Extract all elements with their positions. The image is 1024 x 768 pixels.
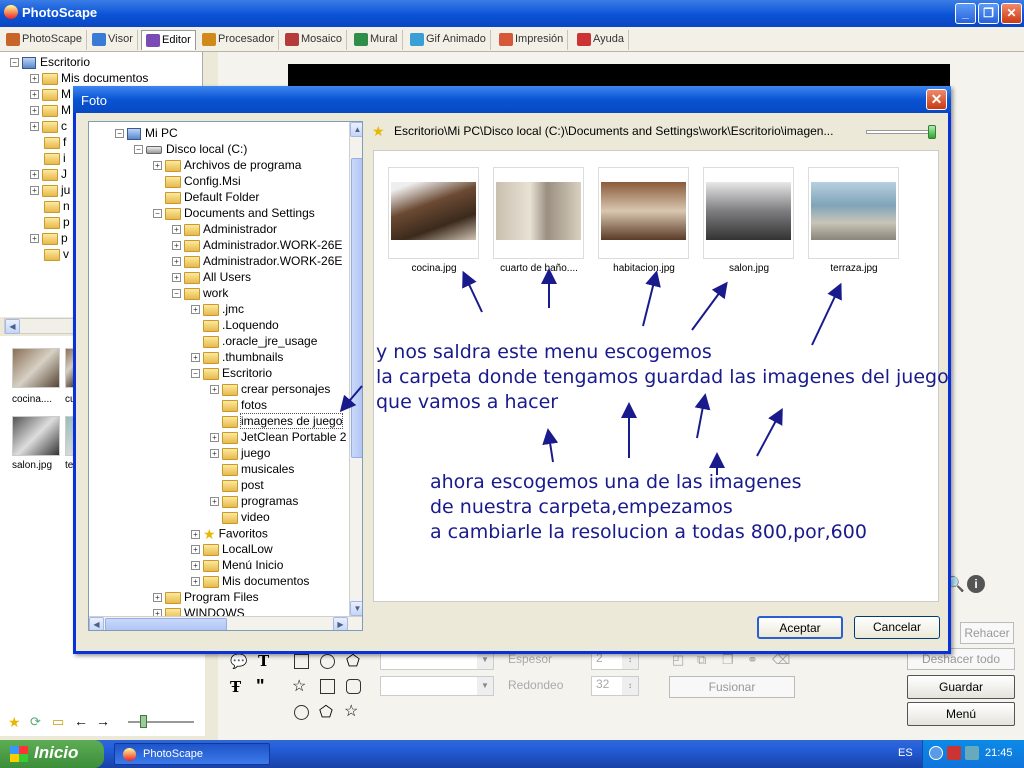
annotation-text: la carpeta donde tengamos guardad las im… [376, 366, 949, 388]
annotation-text: y nos saldra este menu escogemos [376, 341, 712, 363]
arrow-up-5 [756, 407, 783, 457]
arrow-up-3 [694, 393, 711, 439]
photoscape-icon [123, 748, 136, 761]
arrow-to-terraza [811, 282, 842, 346]
clock: 21:45 [985, 747, 1013, 759]
arrow-up-1 [542, 428, 559, 463]
back-icon[interactable] [929, 746, 943, 760]
arrow-to-habitacion [642, 270, 661, 327]
arrow-to-cocina [462, 270, 483, 313]
annotation-text: que vamos a hacer [376, 391, 559, 413]
security-shield-icon[interactable] [947, 746, 961, 760]
system-tray: 21:45 [922, 740, 1024, 768]
start-button[interactable]: Inicio [0, 740, 104, 768]
start-label: Inicio [34, 743, 79, 762]
annotation-text: ahora escogemos una de las imagenes [430, 471, 802, 493]
windows-flag-icon [10, 746, 28, 762]
taskbar-item-label: PhotoScape [143, 748, 203, 760]
arrow-to-salon [691, 281, 728, 331]
taskbar-item-photoscape[interactable]: PhotoScape [114, 743, 270, 765]
annotation-text: a cambiarle la resolucion a todas 800,po… [430, 521, 867, 543]
annotation-text: de nuestra carpeta,empezamos [430, 496, 733, 518]
language-indicator[interactable]: ES [898, 747, 913, 759]
network-icon[interactable] [965, 746, 979, 760]
arrow-to-folder [339, 385, 363, 413]
